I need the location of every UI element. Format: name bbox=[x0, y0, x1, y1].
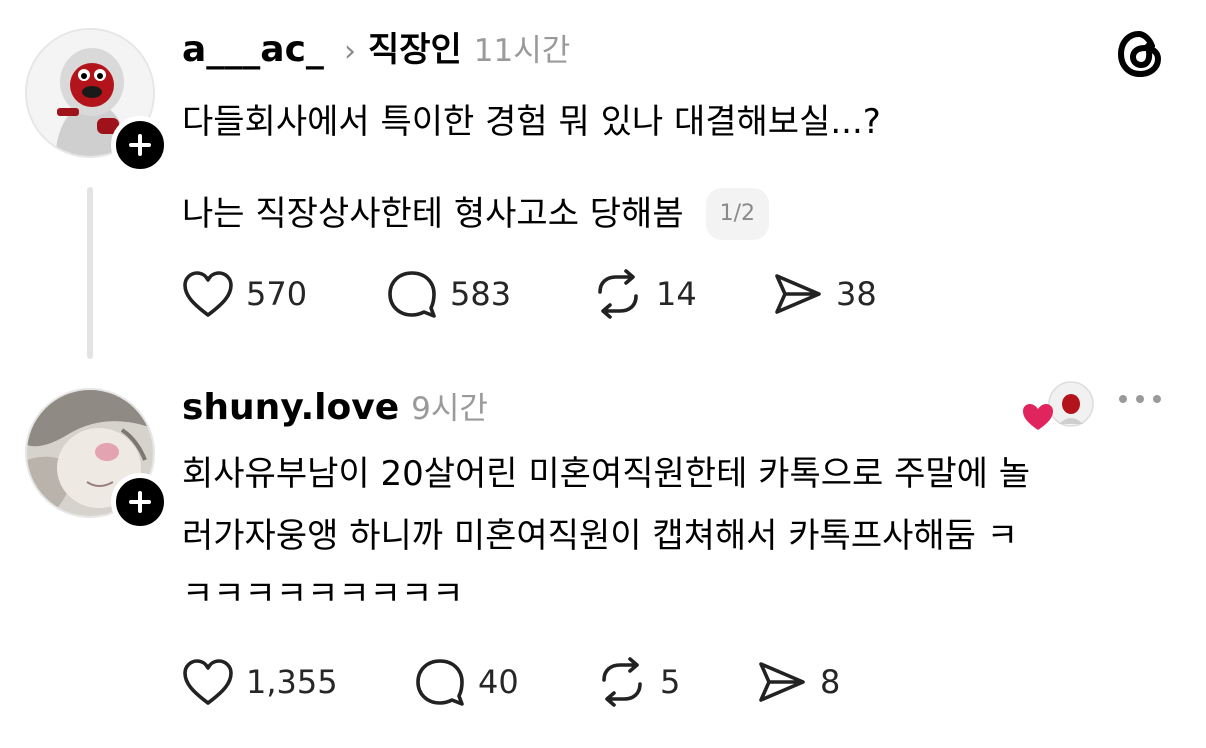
comment-icon bbox=[388, 271, 436, 318]
heart-icon bbox=[183, 659, 233, 705]
reply-header: shuny.love 9시간 bbox=[182, 383, 488, 428]
post-actions: 570 583 14 38 bbox=[182, 268, 877, 320]
reply-count: 40 bbox=[478, 663, 519, 701]
username[interactable]: shuny.love bbox=[182, 387, 399, 428]
share-button[interactable]: 8 bbox=[756, 656, 840, 708]
comment-icon bbox=[416, 659, 464, 706]
follow-button[interactable] bbox=[111, 473, 169, 531]
share-button[interactable]: 38 bbox=[772, 268, 877, 320]
page-indicator: 1/2 bbox=[705, 188, 770, 240]
like-count: 1,355 bbox=[246, 663, 338, 701]
plus-icon bbox=[129, 491, 151, 513]
chevron-right-icon: › bbox=[343, 34, 356, 69]
topic-tag[interactable]: 직장인 bbox=[368, 22, 462, 71]
send-icon bbox=[775, 274, 821, 314]
repost-icon bbox=[602, 657, 642, 707]
reply-actions: 1,355 40 5 8 bbox=[182, 656, 840, 708]
reply-text-line2: 러가자웅앵 하니까 미혼여직원이 캡쳐해서 카톡프사해둠 ㅋ bbox=[182, 516, 1019, 556]
share-count: 8 bbox=[820, 663, 841, 701]
post-header: a___ac_ › 직장인 11시간 bbox=[182, 22, 570, 71]
reply-text-line3: ㅋㅋㅋㅋㅋㅋㅋㅋㅋ bbox=[182, 574, 464, 614]
username[interactable]: a___ac_ bbox=[182, 29, 324, 70]
timestamp: 9시간 bbox=[411, 391, 488, 427]
share-count: 38 bbox=[836, 275, 877, 313]
repost-button[interactable]: 5 bbox=[596, 656, 756, 708]
threads-feed: a___ac_ › 직장인 11시간 다들회사에서 특이한 경험 뭐 있나 대결… bbox=[0, 0, 1206, 748]
repost-icon bbox=[598, 269, 638, 319]
like-button[interactable]: 570 bbox=[182, 270, 386, 318]
like-button[interactable]: 1,355 bbox=[182, 658, 414, 706]
repost-button[interactable]: 14 bbox=[592, 268, 772, 320]
like-count: 570 bbox=[246, 275, 308, 313]
post-text-line2: 나는 직장상사한테 형사고소 당해봄 bbox=[182, 194, 684, 234]
post-text-line2-row: 나는 직장상사한테 형사고소 당해봄 1/2 bbox=[182, 186, 770, 242]
reply-text-line1: 회사유부남이 20살어린 미혼여직원한테 카톡으로 주말에 놀 bbox=[182, 454, 1031, 494]
post-text-line1: 다들회사에서 특이한 경험 뭐 있나 대결해보실...? bbox=[182, 102, 881, 142]
repost-count: 14 bbox=[656, 275, 697, 313]
reply-button[interactable]: 583 bbox=[386, 268, 592, 320]
timestamp: 11시간 bbox=[473, 33, 571, 69]
liked-by-author-icon bbox=[1021, 380, 1095, 436]
send-icon bbox=[759, 662, 805, 702]
threads-logo-icon[interactable] bbox=[1112, 26, 1168, 82]
reply-count: 583 bbox=[450, 275, 512, 313]
heart-icon bbox=[183, 271, 233, 317]
thread-line bbox=[87, 187, 93, 359]
plus-icon bbox=[129, 134, 151, 156]
more-icon[interactable] bbox=[1119, 395, 1161, 403]
follow-button[interactable] bbox=[111, 116, 169, 174]
reply-button[interactable]: 40 bbox=[414, 656, 596, 708]
repost-count: 5 bbox=[660, 663, 681, 701]
